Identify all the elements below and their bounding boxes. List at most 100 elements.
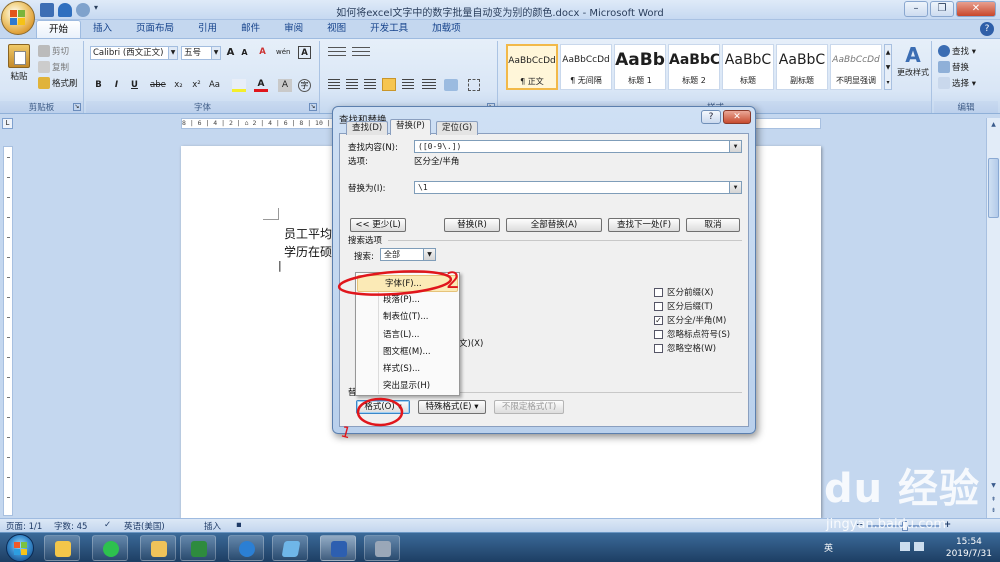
tab-insert[interactable]: 插入 — [81, 20, 124, 38]
highlight-icon[interactable] — [232, 79, 246, 92]
distributed-icon[interactable] — [402, 79, 414, 90]
format-button[interactable]: 格式(O) ▾ — [356, 400, 410, 414]
shading-icon[interactable] — [444, 79, 458, 91]
align-right-icon[interactable] — [364, 79, 376, 90]
taskbar-app-excel[interactable] — [180, 535, 216, 561]
font-name-combo[interactable]: Calibri (西文正文) ▼ — [90, 46, 178, 60]
vertical-ruler[interactable] — [3, 146, 13, 516]
ignore-punctuation-checkbox[interactable]: 忽略标点符号(S) — [654, 328, 730, 340]
numbering-icon[interactable] — [352, 47, 370, 59]
menu-item-language[interactable]: 语言(L)... — [356, 327, 459, 344]
taskbar-app-word[interactable] — [320, 535, 356, 561]
ime-indicator[interactable]: 英 — [824, 541, 833, 554]
tab-view[interactable]: 视图 — [315, 20, 358, 38]
replace-button-ribbon[interactable]: 替换 — [938, 61, 969, 73]
taskbar-app-sogou[interactable] — [228, 535, 264, 561]
tab-find[interactable]: 查找(D) — [346, 121, 389, 135]
network-icon[interactable] — [900, 542, 910, 551]
less-button[interactable]: << 更少(L) — [350, 218, 406, 232]
style-heading-1[interactable]: AaBb 标题 1 — [614, 44, 666, 90]
scrollbar-thumb[interactable] — [988, 158, 999, 218]
tab-page-layout[interactable]: 页面布局 — [124, 20, 186, 38]
find-what-input[interactable]: ([0-9\.]) ▼ — [414, 140, 742, 153]
superscript-button[interactable]: x² — [190, 79, 203, 92]
document-text-line-2[interactable]: 学历在硕 — [284, 243, 332, 260]
menu-item-paragraph[interactable]: 段落(P)... — [356, 292, 459, 309]
menu-item-font[interactable]: 字体(F)... — [357, 275, 458, 292]
document-text-line-1[interactable]: 员工平均 — [284, 225, 332, 242]
tab-references[interactable]: 引用 — [186, 20, 229, 38]
taskbar-app-notes[interactable] — [272, 535, 308, 561]
close-button[interactable]: ✕ — [956, 1, 996, 17]
menu-item-tabs[interactable]: 制表位(T)... — [356, 309, 459, 326]
enclosed-char-icon[interactable]: 字 — [298, 79, 311, 92]
select-button[interactable]: 选择 ▾ — [938, 77, 976, 89]
page-count[interactable]: 页面: 1/1 — [6, 520, 42, 532]
menu-item-frame[interactable]: 图文框(M)... — [356, 344, 459, 361]
vertical-scrollbar[interactable]: ▲ ▼ ⇞ ⇟ — [986, 118, 1000, 518]
font-size-combo[interactable]: 五号 ▼ — [181, 46, 221, 60]
strikethrough-button[interactable]: abe — [150, 79, 166, 92]
dialog-close-button[interactable]: ✕ — [723, 110, 751, 124]
clipboard-launcher-button[interactable]: ↘ — [73, 103, 81, 111]
macro-record-icon[interactable]: ▪ — [236, 520, 242, 530]
tab-addins[interactable]: 加载项 — [420, 20, 473, 38]
replace-all-button[interactable]: 全部替换(A) — [506, 218, 602, 232]
phonetic-guide-button[interactable]: wén — [276, 46, 290, 59]
menu-item-style[interactable]: 样式(S)... — [356, 361, 459, 378]
insert-mode[interactable]: 插入 — [204, 520, 221, 532]
justify-icon[interactable] — [382, 78, 396, 91]
bullets-icon[interactable] — [328, 47, 346, 59]
styles-scroll[interactable]: ▲ ▼ ▾ — [884, 44, 892, 90]
spelling-icon[interactable]: ✓ — [104, 520, 111, 530]
search-direction-select[interactable]: 全部 ▼ — [380, 248, 436, 261]
tab-mailings[interactable]: 邮件 — [229, 20, 272, 38]
style-subtitle[interactable]: AaBbC 副标题 — [776, 44, 828, 90]
replace-with-input[interactable]: \1 ▼ — [414, 181, 742, 194]
paste-button[interactable]: 粘贴 — [6, 44, 32, 82]
style-normal[interactable]: AaBbCcDd ¶ 正文 — [506, 44, 558, 90]
style-title[interactable]: AaBbC 标题 — [722, 44, 774, 90]
scroll-down-icon[interactable]: ▼ — [988, 480, 999, 491]
scroll-up-icon[interactable]: ▲ — [988, 119, 999, 130]
find-next-button[interactable]: 查找下一处(F) — [608, 218, 680, 232]
taskbar-app-mail[interactable] — [44, 535, 80, 561]
language-status[interactable]: 英语(美国) — [124, 520, 165, 532]
shrink-font-button[interactable]: A — [238, 46, 251, 59]
cut-button[interactable]: 剪切 — [38, 45, 69, 57]
find-button[interactable]: 查找 ▾ — [938, 45, 976, 57]
underline-button[interactable]: U — [128, 79, 141, 92]
font-color-icon[interactable]: A — [254, 79, 268, 92]
next-page-icon[interactable]: ⇟ — [988, 505, 999, 516]
special-button[interactable]: 特殊格式(E) ▾ — [418, 400, 486, 414]
style-no-spacing[interactable]: AaBbCcDd ¶ 无间隔 — [560, 44, 612, 90]
replace-button[interactable]: 替换(R) — [444, 218, 500, 232]
align-left-icon[interactable] — [328, 79, 340, 90]
start-button[interactable] — [6, 534, 34, 562]
no-formatting-button[interactable]: 不限定格式(T) — [494, 400, 564, 414]
taskbar-app-tool[interactable] — [364, 535, 400, 561]
dialog-help-button[interactable]: ? — [701, 110, 721, 124]
grow-font-button[interactable]: A — [224, 46, 237, 59]
minimize-button[interactable]: – — [904, 1, 928, 17]
chevron-down-icon[interactable]: ▼ — [729, 141, 741, 152]
italic-button[interactable]: I — [110, 79, 123, 92]
word-count[interactable]: 字数: 45 — [54, 520, 87, 532]
cancel-button[interactable]: 取消 — [686, 218, 740, 232]
line-spacing-icon[interactable] — [422, 79, 436, 90]
ruler-tab-selector[interactable]: L — [2, 118, 13, 129]
style-heading-2[interactable]: AaBbC 标题 2 — [668, 44, 720, 90]
align-center-icon[interactable] — [346, 79, 358, 90]
chevron-down-icon[interactable]: ▼ — [729, 182, 741, 193]
office-button[interactable] — [1, 1, 35, 35]
taskbar-app-wechat[interactable] — [92, 535, 128, 561]
prev-page-icon[interactable]: ⇞ — [988, 494, 999, 505]
change-case-button[interactable]: Aa — [208, 79, 221, 92]
ignore-space-checkbox[interactable]: 忽略空格(W) — [654, 342, 716, 354]
match-width-checkbox[interactable]: ✓ 区分全/半角(M) — [654, 314, 726, 326]
tab-replace[interactable]: 替换(P) — [390, 119, 431, 135]
volume-icon[interactable] — [914, 542, 924, 551]
subscript-button[interactable]: x₂ — [172, 79, 185, 92]
format-painter-button[interactable]: 格式刷 — [38, 77, 78, 89]
style-subtle-emphasis[interactable]: AaBbCcDd 不明显强调 — [830, 44, 882, 90]
